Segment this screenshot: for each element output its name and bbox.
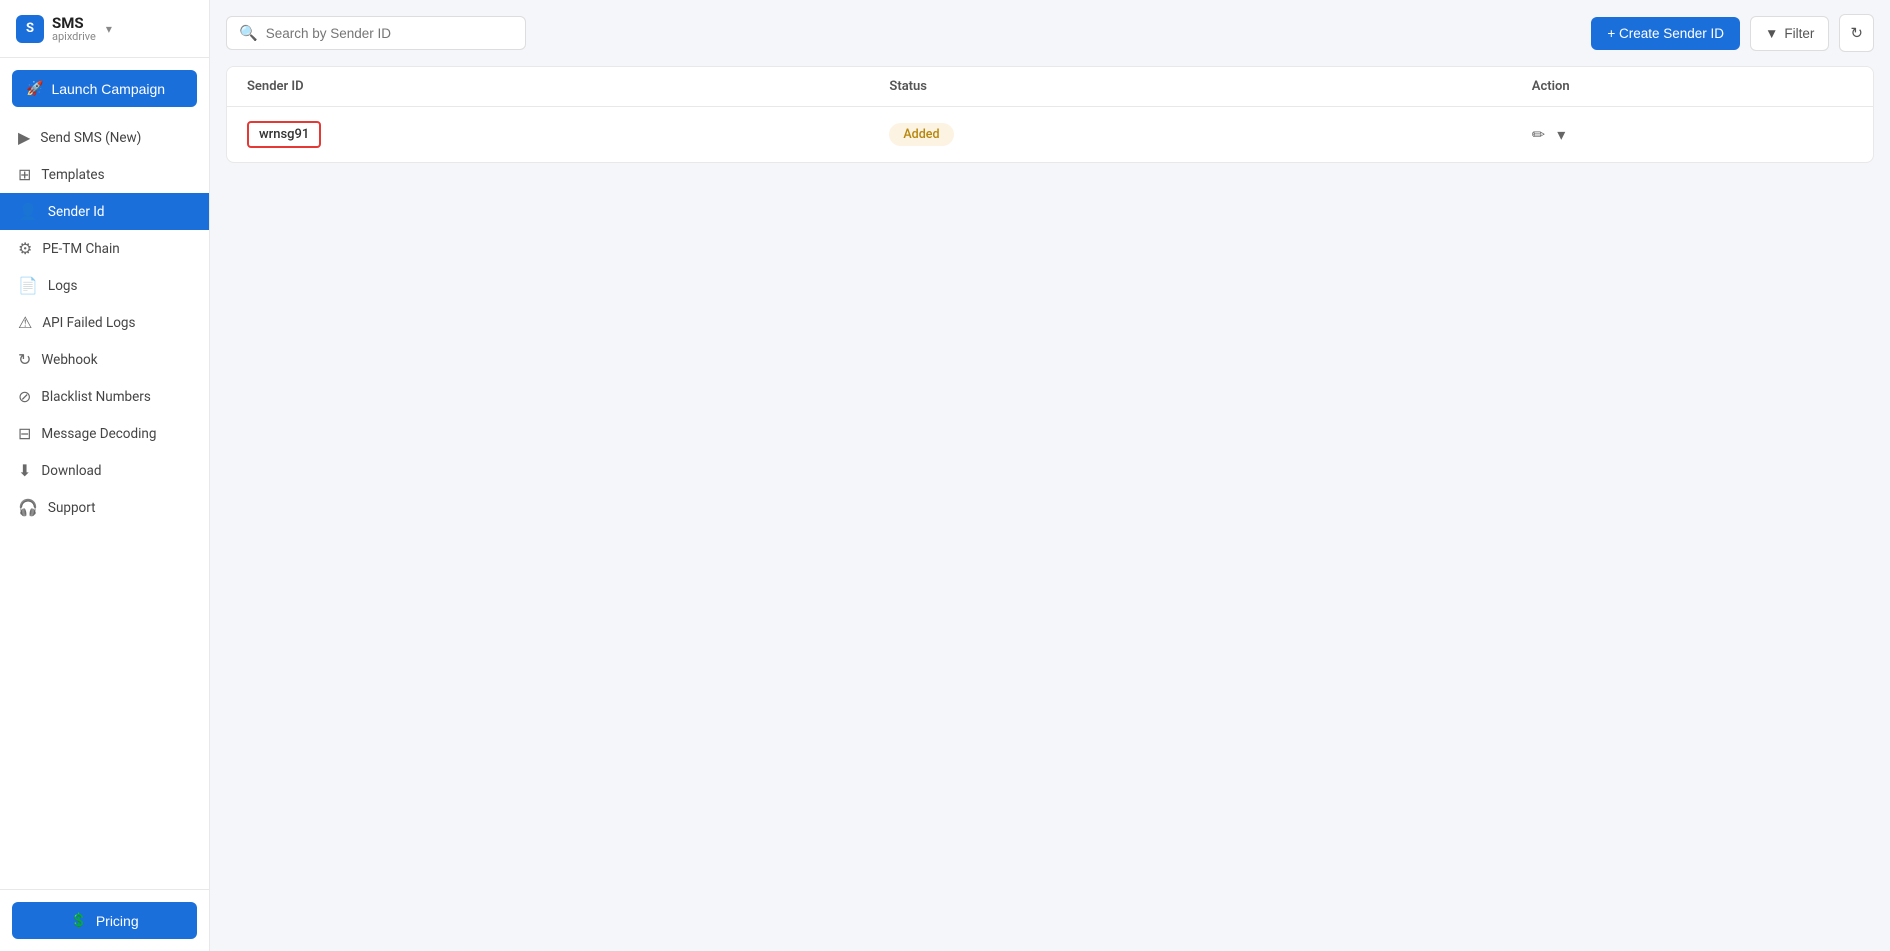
sidebar-item-label: PE-TM Chain <box>42 241 119 257</box>
blacklist-icon: ⊘ <box>18 387 31 406</box>
sidebar-footer: 💲 Pricing <box>0 889 209 951</box>
search-box[interactable]: 🔍 <box>226 16 526 50</box>
webhook-icon: ↻ <box>18 350 31 369</box>
column-header-sender-id: Sender ID <box>247 79 889 94</box>
sidebar-item-webhook[interactable]: ↻ Webhook <box>0 341 209 378</box>
search-input[interactable] <box>266 26 513 41</box>
sidebar-item-label: Sender Id <box>48 204 105 220</box>
app-logo: S <box>16 15 44 43</box>
sidebar-item-label: Send SMS (New) <box>40 130 141 146</box>
app-info: SMS apixdrive <box>52 14 96 43</box>
message-decoding-icon: ⊟ <box>18 424 31 443</box>
sidebar-item-message-decoding[interactable]: ⊟ Message Decoding <box>0 415 209 452</box>
expand-icon[interactable]: ▾ <box>1557 125 1565 144</box>
sidebar-item-blacklist-numbers[interactable]: ⊘ Blacklist Numbers <box>0 378 209 415</box>
sidebar-item-logs[interactable]: 📄 Logs <box>0 267 209 304</box>
launch-campaign-label: Launch Campaign <box>51 81 165 97</box>
table-header: Sender ID Status Action <box>227 67 1873 107</box>
column-header-status: Status <box>889 79 1531 94</box>
sidebar-item-label: Webhook <box>41 352 97 368</box>
sidebar-item-label: Download <box>41 463 101 479</box>
logs-icon: 📄 <box>18 276 38 295</box>
search-icon: 🔍 <box>239 24 258 42</box>
sidebar-item-label: API Failed Logs <box>42 315 135 331</box>
filter-button[interactable]: ▼ Filter <box>1750 16 1829 51</box>
sidebar-item-label: Logs <box>48 278 78 294</box>
rocket-icon: 🚀 <box>26 80 43 97</box>
refresh-button[interactable]: ↻ <box>1839 14 1874 52</box>
refresh-icon: ↻ <box>1850 25 1863 42</box>
sidebar-item-send-sms[interactable]: ▶ Send SMS (New) <box>0 119 209 156</box>
sidebar-header: S SMS apixdrive ▾ <box>0 0 209 58</box>
status-badge: Added <box>889 123 953 146</box>
sender-id-badge: wrnsg91 <box>247 121 321 148</box>
pricing-button[interactable]: 💲 Pricing <box>12 902 197 939</box>
sidebar-item-label: Support <box>48 500 96 516</box>
edit-icon[interactable]: ✏ <box>1532 125 1545 144</box>
sidebar-item-templates[interactable]: ⊞ Templates <box>0 156 209 193</box>
filter-label: Filter <box>1784 26 1814 41</box>
sender-id-icon: 👤 <box>18 202 38 221</box>
launch-campaign-button[interactable]: 🚀 Launch Campaign <box>12 70 197 107</box>
create-sender-id-label: + Create Sender ID <box>1607 26 1724 41</box>
table-row: wrnsg91 Added ✏ ▾ <box>227 107 1873 162</box>
download-icon: ⬇ <box>18 461 31 480</box>
sender-id-cell: wrnsg91 <box>247 121 889 148</box>
sidebar-item-sender-id[interactable]: 👤 Sender Id <box>0 193 209 230</box>
sidebar-item-label: Message Decoding <box>41 426 156 442</box>
action-cell: ✏ ▾ <box>1532 125 1853 144</box>
filter-icon: ▼ <box>1765 26 1778 41</box>
pricing-label: Pricing <box>96 913 139 929</box>
sidebar-item-label: Blacklist Numbers <box>41 389 150 405</box>
pricing-icon: 💲 <box>70 912 87 929</box>
templates-icon: ⊞ <box>18 165 31 184</box>
sidebar-nav: 🚀 Launch Campaign ▶ Send SMS (New) ⊞ Tem… <box>0 58 209 889</box>
sender-id-table: Sender ID Status Action wrnsg91 Added ✏ … <box>226 66 1874 163</box>
main-content: 🔍 + Create Sender ID ▼ Filter ↻ Sender I… <box>210 0 1890 951</box>
pe-tm-chain-icon: ⚙ <box>18 239 32 258</box>
sidebar-item-pe-tm-chain[interactable]: ⚙ PE-TM Chain <box>0 230 209 267</box>
top-actions: + Create Sender ID ▼ Filter ↻ <box>1591 14 1874 52</box>
create-sender-id-button[interactable]: + Create Sender ID <box>1591 17 1740 50</box>
sidebar-item-label: Templates <box>41 167 104 183</box>
app-dropdown-icon[interactable]: ▾ <box>106 22 112 36</box>
sidebar-item-api-failed-logs[interactable]: ⚠ API Failed Logs <box>0 304 209 341</box>
top-bar: 🔍 + Create Sender ID ▼ Filter ↻ <box>226 14 1874 52</box>
column-header-action: Action <box>1532 79 1853 94</box>
app-sub: apixdrive <box>52 30 96 43</box>
sidebar-item-support[interactable]: 🎧 Support <box>0 489 209 526</box>
api-failed-logs-icon: ⚠ <box>18 313 32 332</box>
sidebar: S SMS apixdrive ▾ 🚀 Launch Campaign ▶ Se… <box>0 0 210 951</box>
send-sms-icon: ▶ <box>18 128 30 147</box>
support-icon: 🎧 <box>18 498 38 517</box>
sidebar-item-download[interactable]: ⬇ Download <box>0 452 209 489</box>
status-cell: Added <box>889 123 1531 146</box>
